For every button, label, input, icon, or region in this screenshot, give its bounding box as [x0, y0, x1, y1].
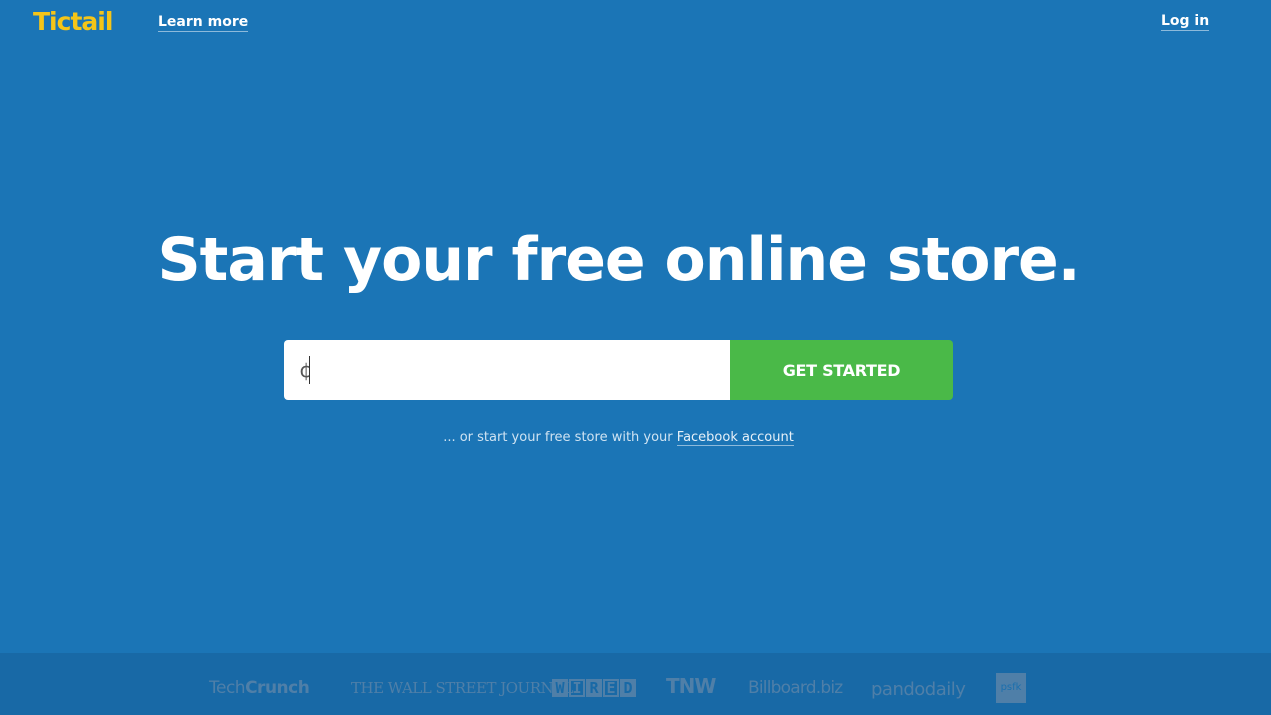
tnw-logo: TNW — [666, 674, 716, 698]
facebook-signup-line: ... or start your free store with your F… — [0, 428, 1237, 448]
wired-logo: WIRED — [552, 674, 637, 702]
psfk-logo: psfk — [996, 673, 1026, 703]
pandodaily-logo: pandodaily — [871, 679, 966, 700]
store-name-field[interactable]: ¢ — [284, 340, 730, 400]
login-link[interactable]: Log in — [1161, 13, 1210, 31]
tictail-logo[interactable]: Tictail — [33, 6, 113, 38]
landing-page: Tictail Learn more Log in Start your fre… — [0, 0, 1271, 715]
techcrunch-logo-part-1: Tech — [209, 678, 246, 698]
wired-letter: W — [552, 679, 568, 697]
hero-headline: Start your free online store. — [157, 225, 1080, 295]
wsj-logo: THE WALL STREET JOURNAL. — [351, 679, 578, 697]
facebook-account-link[interactable]: Facebook account — [676, 430, 794, 446]
billboard-logo: Billboard.biz — [748, 678, 843, 698]
site-header: Tictail Learn more Log in — [0, 0, 1271, 50]
store-signup-form: ¢ GET STARTED — [284, 340, 953, 400]
learn-more-link[interactable]: Learn more — [158, 14, 249, 32]
wired-letter: R — [586, 679, 602, 697]
store-name-input[interactable] — [284, 340, 730, 400]
techcrunch-logo: TechCrunch — [209, 674, 310, 702]
get-started-button[interactable]: GET STARTED — [730, 340, 953, 400]
techcrunch-logo-part-2: Crunch — [245, 678, 310, 698]
wired-letter: D — [620, 679, 636, 697]
wired-letter: I — [569, 679, 585, 697]
text-caret — [309, 356, 310, 384]
facebook-signup-text: ... or start your free store with your — [443, 430, 677, 445]
wired-letter: E — [603, 679, 619, 697]
